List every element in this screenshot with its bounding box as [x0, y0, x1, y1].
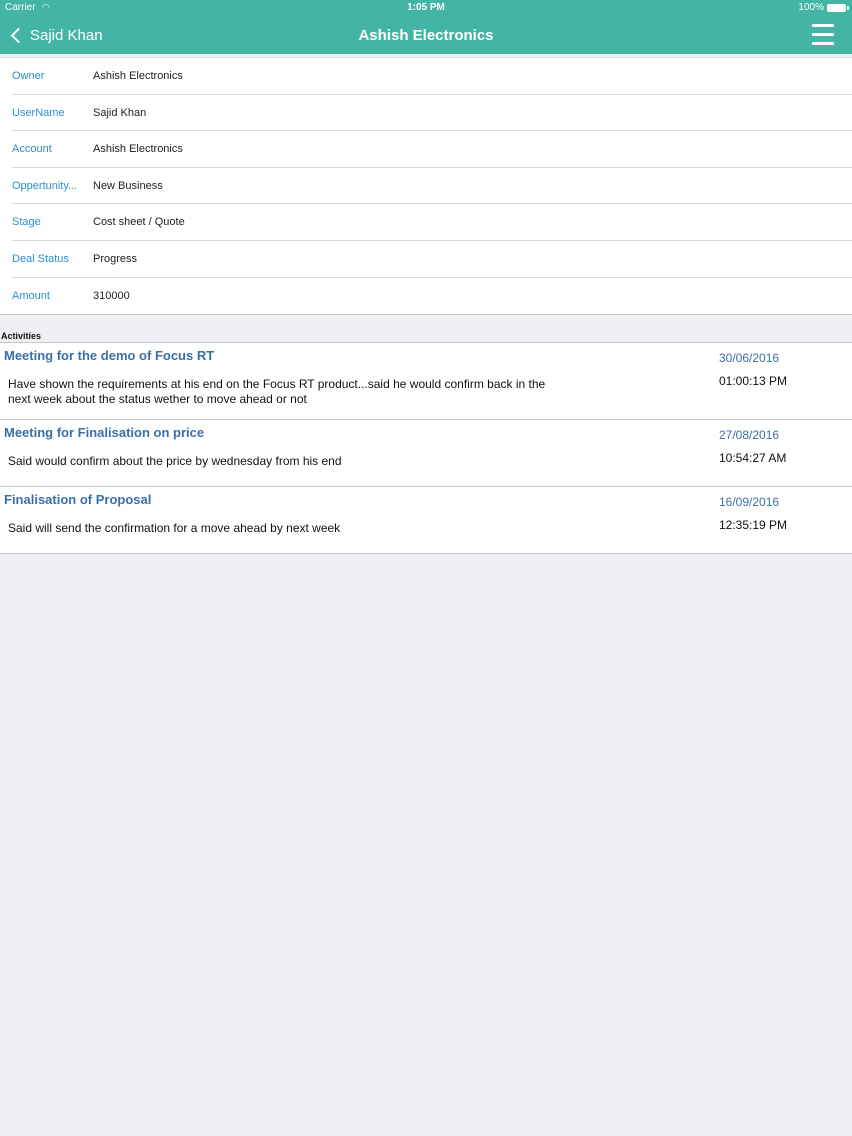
- activities-section-header: Activities: [1, 331, 42, 341]
- detail-row-deal-status[interactable]: Deal Status Progress: [12, 241, 852, 278]
- menu-button[interactable]: [812, 24, 834, 46]
- detail-row-username[interactable]: UserName Sajid Khan: [12, 95, 852, 132]
- activity-time: 12:35:19 PM: [719, 518, 788, 532]
- activity-description: Said would confirm about the price by we…: [8, 454, 342, 468]
- detail-label: Owner: [12, 70, 45, 82]
- menu-icon-bar: [812, 24, 834, 27]
- activities-list: Meeting for the demo of Focus RT Have sh…: [0, 342, 852, 554]
- activity-item[interactable]: Meeting for Finalisation on price Said w…: [0, 420, 852, 487]
- activity-title: Meeting for the demo of Focus RT: [4, 348, 215, 363]
- detail-value: Ashish Electronics: [93, 70, 183, 82]
- detail-value: Progress: [93, 252, 138, 265]
- detail-value: Cost sheet / Quote: [93, 216, 185, 229]
- activity-date: 16/09/2016: [719, 495, 780, 509]
- detail-row-opportunity[interactable]: Oppertunity... New Business: [12, 168, 852, 205]
- detail-label: Deal Status: [12, 252, 69, 265]
- header: Carrier ◠ 1:05 PM 100% Sajid Khan Ashish…: [0, 0, 852, 54]
- menu-icon-bar: [812, 33, 834, 36]
- activity-description: Have shown the requirements at his end o…: [8, 377, 546, 406]
- activity-title: Meeting for Finalisation on price: [4, 425, 205, 440]
- detail-label: UserName: [12, 106, 65, 119]
- battery-percent: 100%: [798, 2, 824, 13]
- activity-item[interactable]: Finalisation of Proposal Said will send …: [0, 487, 852, 553]
- page-title: Ashish Electronics: [358, 27, 494, 44]
- detail-value: New Business: [93, 179, 163, 192]
- activity-description: Said will send the confirmation for a mo…: [8, 521, 341, 535]
- detail-label: Account: [12, 143, 52, 156]
- detail-value: Sajid Khan: [93, 106, 147, 119]
- detail-row-account[interactable]: Account Ashish Electronics: [12, 131, 852, 168]
- activity-time: 10:54:27 AM: [719, 451, 787, 465]
- status-time: 1:05 PM: [407, 2, 445, 13]
- activity-time: 01:00:13 PM: [719, 374, 788, 388]
- menu-icon-bar: [812, 42, 834, 45]
- detail-value: 310000: [93, 289, 130, 302]
- activity-date: 27/08/2016: [719, 428, 780, 442]
- activity-date: 30/06/2016: [719, 351, 780, 365]
- detail-row-amount[interactable]: Amount 310000: [12, 278, 852, 315]
- status-bar: Carrier ◠ 1:05 PM 100%: [0, 0, 852, 16]
- detail-row-owner[interactable]: Owner Ashish Electronics: [12, 58, 852, 95]
- activity-title: Finalisation of Proposal: [4, 492, 152, 507]
- detail-label: Stage: [12, 216, 41, 229]
- battery-icon: [827, 4, 849, 12]
- details-table: Owner Ashish Electronics UserName Sajid …: [0, 57, 852, 316]
- detail-value: Ashish Electronics: [93, 143, 183, 156]
- detail-row-stage[interactable]: Stage Cost sheet / Quote: [12, 204, 852, 241]
- activity-item[interactable]: Meeting for the demo of Focus RT Have sh…: [0, 343, 852, 420]
- detail-label: Oppertunity...: [12, 179, 78, 192]
- detail-label: Amount: [12, 289, 50, 302]
